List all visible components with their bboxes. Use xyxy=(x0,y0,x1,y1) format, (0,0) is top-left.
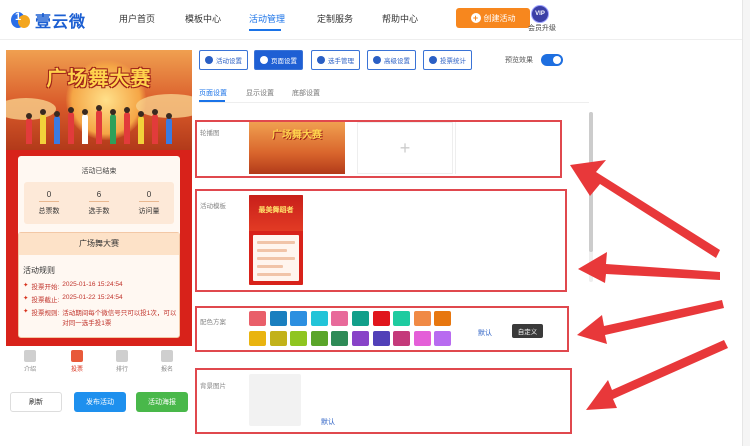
gear-icon xyxy=(260,56,268,64)
star-icon: ✦ xyxy=(23,282,29,289)
arrow-icon xyxy=(577,300,724,344)
crown-icon xyxy=(116,350,128,362)
rule-end: ✦ 投票截止: 2025-01-22 15:24:54 xyxy=(23,294,123,304)
star-icon: ✦ xyxy=(23,295,29,302)
phone-preview: 广场舞大赛 活动已结束 0 总票数 6 选手数 0 访问量 广场舞大赛 活动规则… xyxy=(6,50,192,346)
color-swatch[interactable] xyxy=(393,331,411,346)
vip-icon[interactable]: VIP xyxy=(531,5,549,23)
arrow-icon xyxy=(578,252,720,283)
color-swatch[interactable] xyxy=(434,331,452,346)
color-swatch[interactable] xyxy=(434,311,452,326)
nav-item-templates[interactable]: 模板中心 xyxy=(185,12,221,25)
subtab-display[interactable]: 显示设置 xyxy=(246,88,274,98)
color-swatch[interactable] xyxy=(413,311,431,326)
subtab-footer[interactable]: 底部设置 xyxy=(292,88,320,98)
tab-contestants[interactable]: 选手管理 xyxy=(311,50,360,70)
brand-name: 壹云微 xyxy=(35,14,87,31)
poster-button[interactable]: 活动海报 xyxy=(136,392,188,412)
color-scheme-label: 配色方案 xyxy=(200,319,226,326)
nav-item-custom[interactable]: 定制服务 xyxy=(317,12,353,25)
color-swatch[interactable] xyxy=(393,311,411,326)
color-swatch[interactable] xyxy=(290,311,308,326)
preview-toggle-label: 预览效果 xyxy=(505,57,533,64)
stat-total-votes: 0 总票数 xyxy=(38,190,60,215)
subtab-page[interactable]: 页面设置 xyxy=(199,88,227,98)
color-swatch[interactable] xyxy=(331,331,349,346)
tab-statistics[interactable]: 投票统计 xyxy=(423,50,472,70)
top-nav: 1 壹云微 用户首页 模板中心 活动管理 定制服务 帮助中心 + 创建活动 VI… xyxy=(0,0,750,40)
create-activity-label: 创建活动 xyxy=(483,13,516,23)
background-label: 背景图片 xyxy=(200,383,226,390)
rule-start: ✦ 投票开始: 2025-01-16 15:24:54 xyxy=(23,281,123,291)
color-swatch[interactable] xyxy=(331,311,349,326)
preview-toggle[interactable] xyxy=(541,54,563,66)
color-swatch[interactable] xyxy=(269,311,287,326)
gear-icon xyxy=(205,56,213,64)
page-scrollbar[interactable] xyxy=(742,0,750,446)
logo-icon: 1 xyxy=(10,9,32,31)
document-icon xyxy=(24,350,36,362)
stat-contestants: 6 选手数 xyxy=(88,190,110,215)
tab-advanced[interactable]: 高级设置 xyxy=(367,50,416,70)
carousel-label: 轮播图 xyxy=(200,130,220,137)
sliders-icon xyxy=(373,56,381,64)
stats-box: 0 总票数 6 选手数 0 访问量 xyxy=(24,182,174,224)
star-icon: ✦ xyxy=(23,308,29,315)
color-swatch[interactable] xyxy=(310,331,328,346)
home-icon xyxy=(71,350,83,362)
activity-status: 活动已结束 xyxy=(81,168,117,175)
rule-vote: ✦ 投票规则: 活动期间每个微信号只可以投1次，可以对同一选手投1票 xyxy=(23,308,177,327)
background-upload[interactable] xyxy=(249,374,301,426)
status-card: 活动已结束 0 总票数 6 选手数 0 访问量 xyxy=(18,156,180,242)
users-icon xyxy=(317,56,325,64)
stat-visits: 0 访问量 xyxy=(138,190,160,215)
carousel-empty-slot xyxy=(455,122,555,174)
banner-title: 广场舞大赛 xyxy=(46,66,152,90)
color-swatch[interactable] xyxy=(310,311,328,326)
color-swatch[interactable] xyxy=(352,331,369,346)
subtab-divider xyxy=(199,102,589,103)
template-thumbnail[interactable]: 最美舞蹈者 xyxy=(249,195,303,285)
nav-active-underline xyxy=(249,29,281,31)
tab-intro[interactable]: 介绍 xyxy=(15,350,45,373)
rules-title: 活动规则 xyxy=(23,266,55,275)
brand-logo[interactable]: 1 壹云微 xyxy=(10,8,86,32)
color-swatch[interactable] xyxy=(372,331,390,346)
color-swatch[interactable] xyxy=(249,311,266,326)
tab-ranking[interactable]: 排行 xyxy=(107,350,137,373)
preview-banner: 广场舞大赛 xyxy=(6,50,192,150)
plus-icon: + xyxy=(470,13,481,23)
nav-item-activity[interactable]: 活动管理 xyxy=(249,12,285,25)
refresh-button[interactable]: 刷新 xyxy=(10,392,62,412)
preview-tabbar: 介绍 投票 排行 报名 xyxy=(6,346,192,374)
color-swatch[interactable] xyxy=(269,331,287,346)
tab-activity-settings[interactable]: 活动设置 xyxy=(199,50,248,70)
nav-item-home[interactable]: 用户首页 xyxy=(119,12,155,25)
arrow-icons xyxy=(570,160,728,410)
tab-vote[interactable]: 投票 xyxy=(62,350,92,373)
template-label: 活动模板 xyxy=(200,203,226,210)
nav-item-help[interactable]: 帮助中心 xyxy=(382,12,418,25)
color-default-link[interactable]: 默认 xyxy=(478,328,492,338)
publish-button[interactable]: 发布活动 xyxy=(74,392,126,412)
color-swatch[interactable] xyxy=(249,331,266,346)
vip-upgrade-label[interactable]: 会员升级 xyxy=(528,23,556,33)
bar-chart-icon xyxy=(429,56,437,64)
color-swatch[interactable] xyxy=(372,311,390,326)
background-default-link[interactable]: 默认 xyxy=(321,417,335,427)
add-image-button[interactable]: + xyxy=(357,122,453,174)
color-swatch[interactable] xyxy=(352,311,369,326)
info-title: 广场舞大赛 xyxy=(19,233,179,255)
color-custom-button[interactable]: 自定义 xyxy=(512,324,543,338)
create-activity-button[interactable]: + 创建活动 xyxy=(456,8,530,28)
info-card: 广场舞大赛 活动规则 ✦ 投票开始: 2025-01-16 15:24:54 ✦ 投票… xyxy=(18,232,180,338)
user-icon xyxy=(161,350,173,362)
tab-signup[interactable]: 报名 xyxy=(152,350,182,373)
color-swatch[interactable] xyxy=(290,331,308,346)
scrollbar-thumb[interactable] xyxy=(589,112,593,252)
color-swatch[interactable] xyxy=(413,331,431,346)
tab-page-settings[interactable]: 页面设置 xyxy=(254,50,303,70)
carousel-image[interactable]: 广场舞大赛 xyxy=(249,122,345,174)
arrow-icon xyxy=(586,340,728,410)
